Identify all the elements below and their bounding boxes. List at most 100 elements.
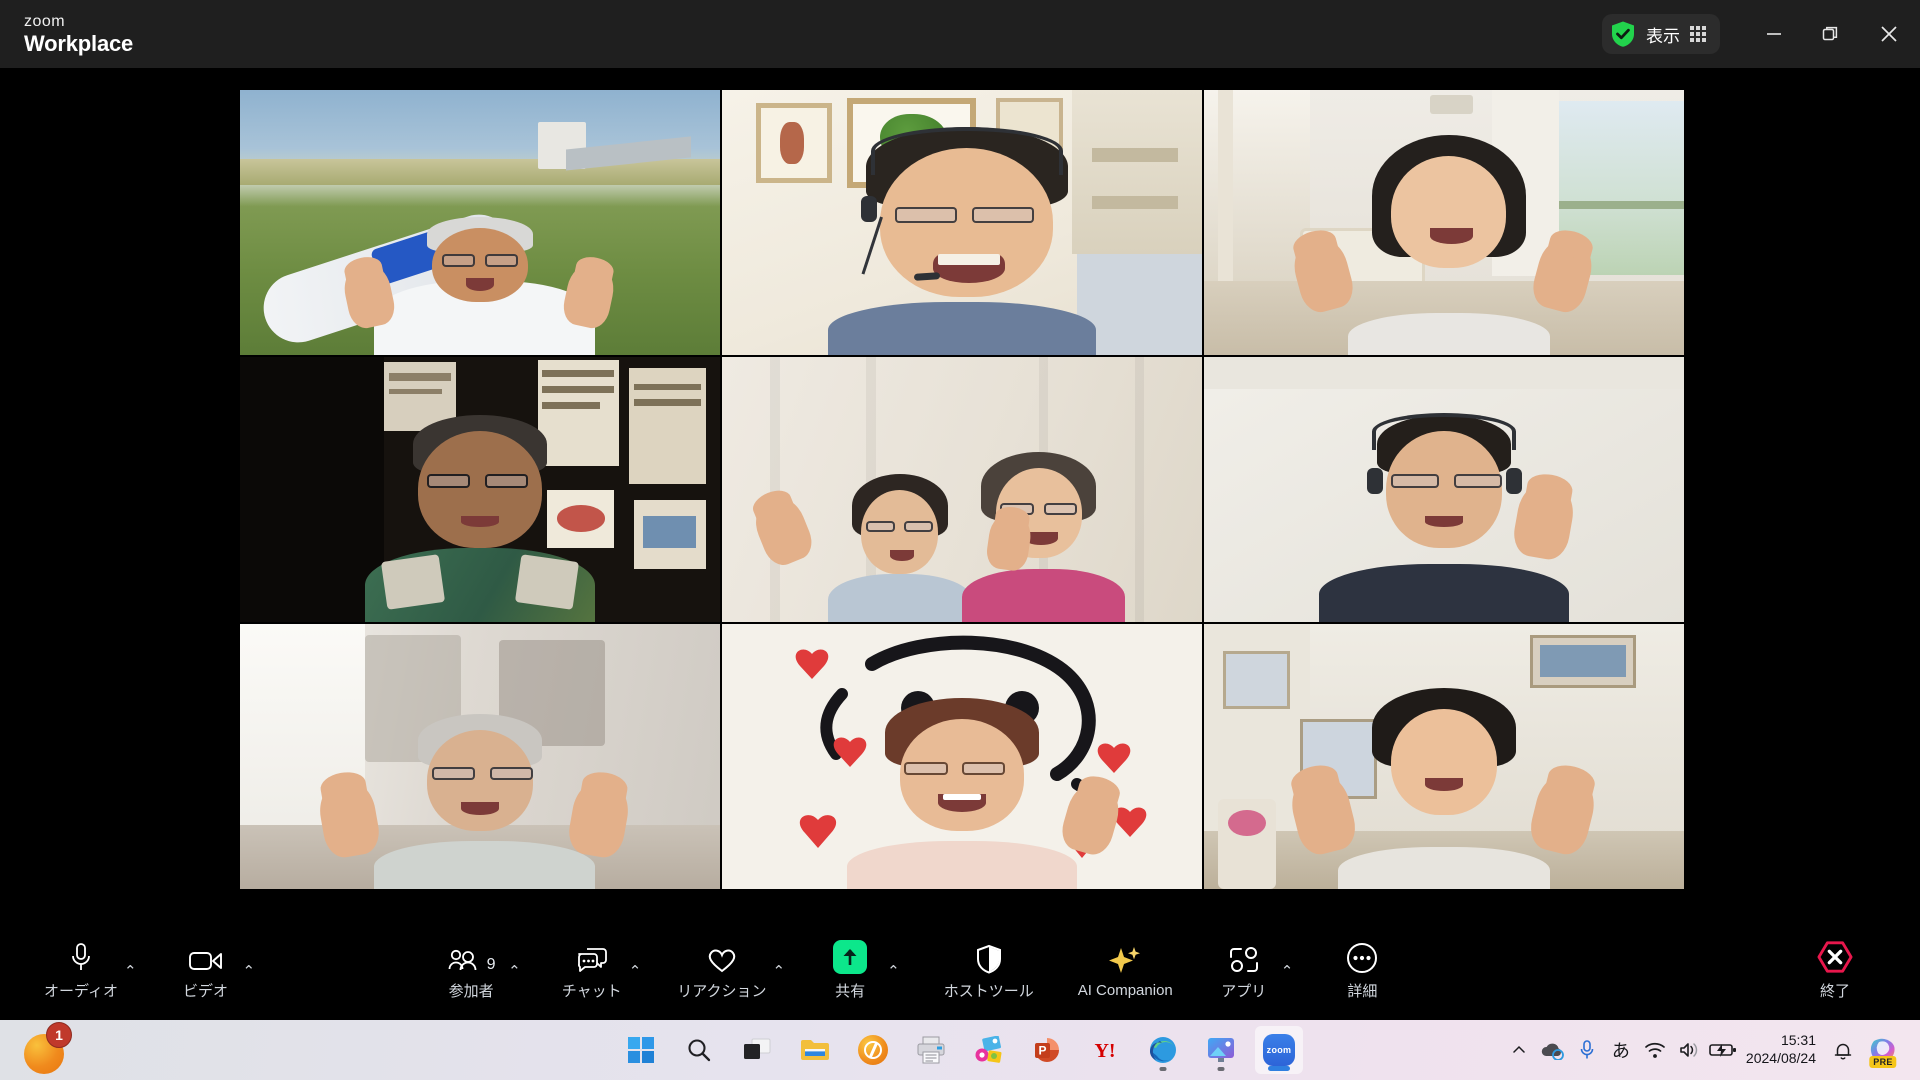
onedrive-icon[interactable] [1536, 1028, 1570, 1072]
video-tile-participant-5[interactable] [722, 357, 1202, 622]
apps-options-chevron-up-icon[interactable]: ⌃ [1281, 960, 1294, 980]
host-tools-shield-icon[interactable] [975, 940, 1003, 974]
participants-icon[interactable]: 9 [447, 940, 496, 974]
video-button[interactable]: ビデオ [175, 940, 237, 1001]
tile-7-scene [240, 624, 720, 889]
chat-icon[interactable] [576, 940, 608, 974]
brand-workplace-text: Workplace [24, 30, 134, 56]
reactions-button[interactable]: リアクション [677, 940, 767, 1001]
share-label[interactable]: 共有 [835, 980, 865, 1001]
taskbar-app-icons: P Y! zoom [617, 1026, 1303, 1074]
host-tools-button[interactable]: ホストツール [944, 940, 1034, 1001]
video-label[interactable]: ビデオ [183, 980, 228, 1001]
apps-label[interactable]: アプリ [1221, 980, 1266, 1001]
camera-icon[interactable] [188, 940, 224, 974]
apps-icon[interactable] [1228, 940, 1260, 974]
photos-button[interactable] [1197, 1026, 1245, 1074]
maximize-restore-button[interactable] [1802, 0, 1858, 68]
chat-label[interactable]: チャット [562, 980, 622, 1001]
chat-button[interactable]: チャット [561, 940, 623, 1001]
video-tile-participant-1[interactable] [240, 90, 720, 355]
apps-button[interactable]: アプリ [1213, 940, 1275, 1001]
zoom-workplace-logo: zoom Workplace [24, 13, 134, 56]
title-bar: zoom Workplace 表示 [0, 0, 1920, 68]
taskbar-clock[interactable]: 15:31 2024/08/24 [1740, 1032, 1826, 1068]
video-control-group: ビデオ ⌃ [175, 940, 256, 1001]
grid-view-icon[interactable] [1690, 26, 1706, 42]
task-view-button[interactable] [733, 1026, 781, 1074]
system-tray: あ 15:31 2024/08/24 PRE [1502, 1028, 1906, 1072]
close-button[interactable] [1858, 0, 1920, 68]
reactions-options-chevron-up-icon[interactable]: ⌃ [773, 960, 786, 980]
clock-time: 15:31 [1780, 1032, 1816, 1049]
host-tools-label[interactable]: ホストツール [944, 980, 1034, 1001]
minimize-button[interactable] [1746, 0, 1802, 68]
search-button[interactable] [675, 1026, 723, 1074]
security-shield-icon[interactable] [1610, 20, 1636, 48]
audio-options-chevron-up-icon[interactable]: ⌃ [124, 960, 137, 980]
tile-8-scene [722, 624, 1202, 889]
view-label[interactable]: 表示 [1646, 22, 1680, 47]
video-tile-participant-4[interactable] [240, 357, 720, 622]
more-dots-icon[interactable] [1346, 940, 1378, 974]
battery-charging-icon[interactable] [1706, 1028, 1740, 1072]
ai-companion-label[interactable]: AI Companion [1078, 982, 1173, 999]
notification-badge: 1 [46, 1022, 72, 1048]
reactions-label[interactable]: リアクション [677, 980, 766, 1001]
clock-date: 2024/08/24 [1745, 1050, 1816, 1066]
end-meeting-button[interactable]: 終了 [1804, 940, 1866, 1001]
video-options-chevron-up-icon[interactable]: ⌃ [243, 960, 256, 980]
copilot-button[interactable]: PRE [1860, 1028, 1906, 1072]
svg-text:Y!: Y! [1094, 1040, 1115, 1062]
chat-options-chevron-up-icon[interactable]: ⌃ [629, 960, 642, 980]
tile-3-scene [1204, 90, 1684, 355]
share-screen-icon[interactable] [833, 939, 868, 974]
video-tile-participant-3[interactable] [1204, 90, 1684, 355]
notifications-bell-icon[interactable] [1826, 1028, 1860, 1072]
tray-expand-chevron-up-icon[interactable] [1502, 1028, 1536, 1072]
video-tile-participant-7[interactable] [240, 624, 720, 889]
audio-label[interactable]: オーディオ [44, 980, 118, 1001]
title-bar-right-controls: 表示 [1602, 0, 1920, 68]
edge-button[interactable] [1139, 1026, 1187, 1074]
volume-icon[interactable] [1672, 1028, 1706, 1072]
tile-6-scene [1204, 357, 1684, 622]
participants-label[interactable]: 参加者 [449, 980, 494, 1001]
svg-text:P: P [1038, 1044, 1046, 1058]
view-control-pill[interactable]: 表示 [1602, 14, 1720, 54]
participants-options-chevron-up-icon[interactable]: ⌃ [508, 960, 521, 980]
ai-sparkle-icon[interactable] [1108, 942, 1142, 976]
apps-control-group: アプリ ⌃ [1213, 940, 1294, 1001]
ai-companion-button[interactable]: AI Companion [1078, 942, 1173, 999]
end-label[interactable]: 終了 [1820, 980, 1850, 1001]
file-explorer-button[interactable] [791, 1026, 839, 1074]
tile-2-scene [722, 90, 1202, 355]
printer-app-button[interactable] [907, 1026, 955, 1074]
heart-icon[interactable] [706, 940, 738, 974]
taskbar-left-app[interactable]: 1 [24, 1022, 72, 1074]
start-button[interactable] [617, 1026, 665, 1074]
wifi-icon[interactable] [1638, 1028, 1672, 1072]
video-tile-participant-6[interactable] [1204, 357, 1684, 622]
more-button[interactable]: 詳細 [1331, 940, 1393, 1001]
ime-indicator[interactable]: あ [1604, 1028, 1638, 1072]
zoom-button[interactable]: zoom [1255, 1026, 1303, 1074]
share-options-chevron-up-icon[interactable]: ⌃ [887, 960, 900, 980]
photo-app-button[interactable] [965, 1026, 1013, 1074]
orange-app-button[interactable] [849, 1026, 897, 1074]
microphone-icon[interactable] [68, 940, 94, 974]
video-tile-participant-9[interactable] [1204, 624, 1684, 889]
participants-count: 9 [486, 955, 496, 973]
share-control-group: 共有 ⌃ [819, 939, 900, 1001]
more-label[interactable]: 詳細 [1347, 980, 1377, 1001]
video-tile-participant-8[interactable] [722, 624, 1202, 889]
end-call-icon[interactable] [1817, 940, 1853, 974]
powerpoint-button[interactable]: P [1023, 1026, 1071, 1074]
share-screen-button[interactable]: 共有 [819, 939, 881, 1001]
video-tile-participant-2-active-speaker[interactable] [722, 90, 1202, 355]
chat-control-group: チャット ⌃ [561, 940, 642, 1001]
participants-button[interactable]: 9 参加者 [440, 940, 502, 1001]
yahoo-button[interactable]: Y! [1081, 1026, 1129, 1074]
microphone-tray-icon[interactable] [1570, 1028, 1604, 1072]
audio-button[interactable]: オーディオ [44, 940, 118, 1001]
